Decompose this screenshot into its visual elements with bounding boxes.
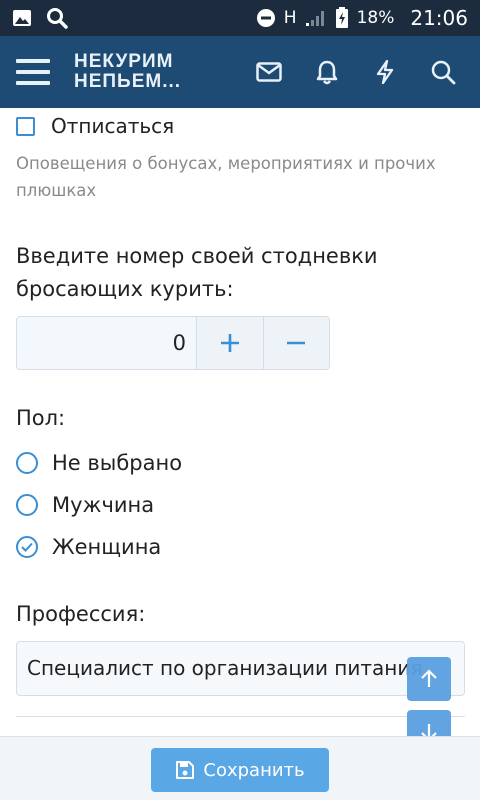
- increment-button[interactable]: [196, 317, 263, 369]
- unsubscribe-option[interactable]: Отписаться: [16, 114, 174, 138]
- battery-icon: [335, 7, 348, 28]
- radio-label: Женщина: [52, 535, 162, 559]
- gender-option-female[interactable]: Женщина: [16, 535, 161, 559]
- image-icon: [13, 10, 31, 26]
- radio-label: Не выбрано: [52, 451, 183, 475]
- decrement-button[interactable]: [262, 317, 329, 369]
- preferences-form: Отписаться Оповещения о бонусах, меропри…: [0, 108, 480, 736]
- logo-line-1: НЕКУРИМ: [74, 51, 174, 72]
- clock: 21:06: [410, 6, 468, 30]
- day-counter-label: Введите номер своей стодневки бросающих …: [16, 244, 378, 301]
- section-divider: [16, 716, 465, 717]
- radio-button-selected[interactable]: [16, 536, 38, 558]
- app-header: НЕКУРИМ НЕПЬЕМ...: [0, 36, 480, 108]
- save-label: Сохранить: [203, 759, 305, 781]
- radio-button[interactable]: [16, 452, 38, 474]
- status-bar: H 18% 21:06: [0, 0, 480, 36]
- gender-label: Пол:: [16, 406, 66, 430]
- lightning-icon: [376, 59, 394, 85]
- search-icon: [47, 8, 68, 29]
- form-footer: Сохранить: [0, 736, 480, 800]
- check-icon: [21, 542, 33, 552]
- logo-line-2: НЕПЬЕМ...: [74, 71, 182, 92]
- signal-icon: [305, 11, 324, 26]
- do-not-disturb-icon: [256, 9, 275, 27]
- save-button[interactable]: Сохранить: [151, 748, 329, 792]
- day-counter-stepper: 0: [16, 316, 330, 370]
- radio-label: Мужчина: [52, 493, 155, 517]
- arrow-up-icon: [421, 669, 437, 687]
- search-icon: [431, 60, 456, 85]
- search-button[interactable]: [414, 43, 472, 101]
- gender-option-male[interactable]: Мужчина: [16, 493, 154, 517]
- bell-icon: [316, 60, 338, 85]
- scroll-up-button[interactable]: [407, 657, 451, 701]
- inbox-button[interactable]: [240, 43, 298, 101]
- gender-option-unselected[interactable]: Не выбрано: [16, 451, 182, 475]
- site-logo[interactable]: НЕКУРИМ НЕПЬЕМ...: [74, 52, 181, 92]
- unsubscribe-hint: Оповещения о бонусах, мероприятиях и про…: [16, 154, 436, 200]
- save-icon: [176, 761, 195, 779]
- day-counter-input[interactable]: 0: [17, 317, 196, 369]
- radio-button[interactable]: [16, 494, 38, 516]
- minus-icon: [287, 341, 306, 345]
- unsubscribe-checkbox[interactable]: [16, 116, 35, 136]
- profession-input[interactable]: Специалист по организации питания: [16, 641, 465, 696]
- profession-label: Профессия:: [16, 602, 146, 626]
- network-type: H: [283, 8, 297, 28]
- whats-new-button[interactable]: [356, 43, 414, 101]
- alerts-button[interactable]: [298, 43, 356, 101]
- menu-button[interactable]: [16, 59, 50, 85]
- battery-level: 18%: [356, 8, 395, 28]
- unsubscribe-label: Отписаться: [51, 114, 175, 138]
- plus-icon: [220, 334, 239, 352]
- envelope-icon: [256, 62, 282, 82]
